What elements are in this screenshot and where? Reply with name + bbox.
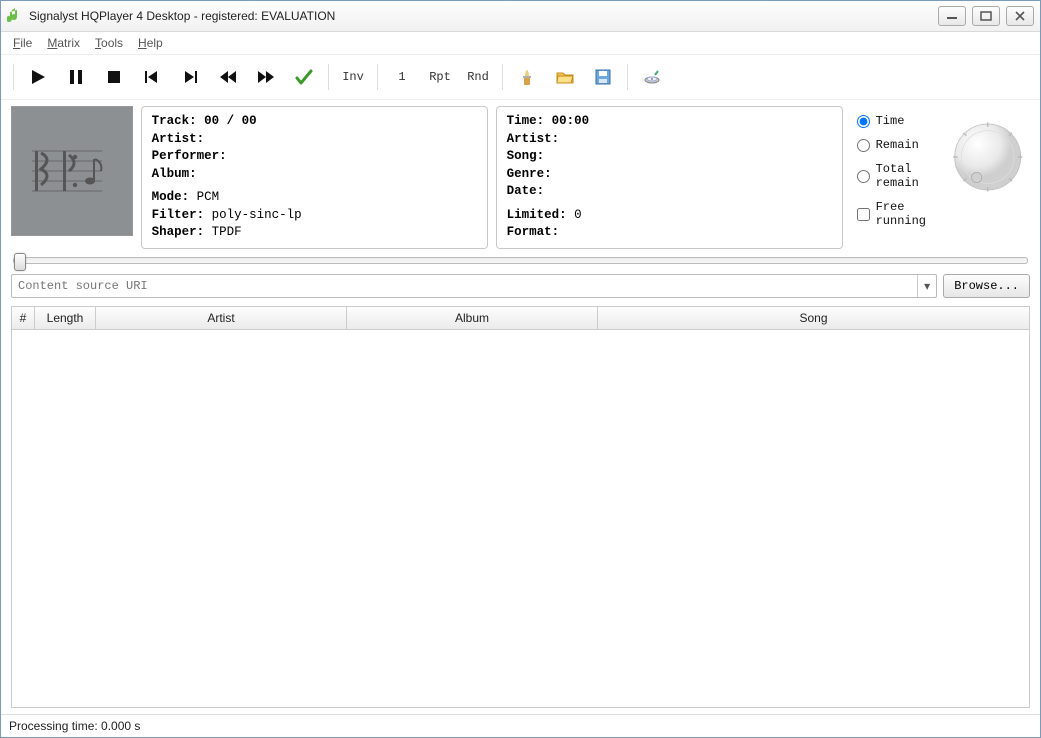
clear-button[interactable] — [509, 62, 545, 92]
seek-thumb[interactable] — [14, 253, 26, 271]
uri-input[interactable] — [12, 279, 917, 293]
mode-value: PCM — [197, 190, 220, 204]
check-button[interactable] — [286, 62, 322, 92]
close-button[interactable] — [1006, 6, 1034, 26]
radio-remain-input[interactable] — [857, 139, 870, 152]
toolbar-separator — [502, 64, 503, 90]
status-text: Processing time: 0.000 s — [9, 719, 140, 733]
repeat-button[interactable]: Rpt — [422, 62, 458, 92]
col-album[interactable]: Album — [347, 307, 598, 329]
menu-file[interactable]: File — [7, 34, 38, 52]
toolbar-separator — [627, 64, 628, 90]
menu-matrix[interactable]: Matrix — [41, 34, 86, 52]
checkbox-free-running[interactable]: Free running — [857, 200, 943, 228]
status-bar: Processing time: 0.000 s — [1, 714, 1040, 737]
limited-value: 0 — [574, 208, 582, 222]
one-button[interactable]: 1 — [384, 62, 420, 92]
toolbar-separator — [13, 64, 14, 90]
uri-dropdown-button[interactable]: ▾ — [917, 275, 936, 297]
right-panel: Time Remain Total remain Free running — [851, 106, 1030, 249]
track-header: Track: 00 / 00 — [152, 114, 257, 128]
time-header: Time: 00:00 — [507, 114, 590, 128]
save-button[interactable] — [585, 62, 621, 92]
maximize-button[interactable] — [972, 6, 1000, 26]
table-header: # Length Artist Album Song — [12, 307, 1029, 330]
mode-label: Mode: — [152, 190, 190, 204]
open-folder-button[interactable] — [547, 62, 583, 92]
limited-label: Limited: — [507, 208, 567, 222]
filter-label: Filter: — [152, 208, 205, 222]
pause-button[interactable] — [58, 62, 94, 92]
table-body[interactable] — [12, 330, 1029, 708]
time-artist-label: Artist: — [507, 132, 560, 146]
filter-value: poly-sinc-lp — [212, 208, 302, 222]
clef-icon — [27, 141, 117, 201]
song-label: Song: — [507, 149, 545, 163]
rewind-button[interactable] — [210, 62, 246, 92]
artist-label: Artist: — [152, 132, 205, 146]
window-buttons — [938, 6, 1034, 26]
time-mode-group: Time Remain Total remain Free running — [857, 112, 943, 228]
app-icon — [7, 8, 23, 24]
uri-row: ▾ Browse... — [1, 270, 1040, 302]
time-info-panel: Time: 00:00 Artist: Song: Genre: Date: L… — [496, 106, 843, 249]
format-label: Format: — [507, 225, 560, 239]
radio-total-remain-input[interactable] — [857, 170, 870, 183]
menu-help[interactable]: Help — [132, 34, 169, 52]
browse-button[interactable]: Browse... — [943, 274, 1030, 298]
toolbar-separator — [377, 64, 378, 90]
stop-button[interactable] — [96, 62, 132, 92]
album-label: Album: — [152, 167, 197, 181]
col-artist[interactable]: Artist — [96, 307, 347, 329]
radio-time[interactable]: Time — [857, 114, 943, 128]
performer-label: Performer: — [152, 149, 227, 163]
fast-forward-button[interactable] — [248, 62, 284, 92]
seek-slider-row — [1, 255, 1040, 270]
playlist-table: # Length Artist Album Song — [11, 306, 1030, 709]
toolbar-separator — [328, 64, 329, 90]
radio-total-remain[interactable]: Total remain — [857, 162, 943, 190]
menubar: File Matrix Tools Help — [1, 32, 1040, 55]
titlebar: Signalyst HQPlayer 4 Desktop - registere… — [1, 1, 1040, 32]
genre-label: Genre: — [507, 167, 552, 181]
random-button[interactable]: Rnd — [460, 62, 496, 92]
window-title: Signalyst HQPlayer 4 Desktop - registere… — [29, 9, 938, 23]
date-label: Date: — [507, 184, 545, 198]
col-song[interactable]: Song — [598, 307, 1029, 329]
radio-remain[interactable]: Remain — [857, 138, 943, 152]
seek-slider[interactable] — [13, 257, 1028, 264]
free-running-input[interactable] — [857, 208, 870, 221]
toolbar: Inv 1 Rpt Rnd — [1, 55, 1040, 100]
volume-knob[interactable] — [951, 112, 1024, 202]
cd-transport-button[interactable] — [634, 62, 670, 92]
uri-combobox[interactable]: ▾ — [11, 274, 937, 298]
shaper-value: TPDF — [212, 225, 242, 239]
radio-time-input[interactable] — [857, 115, 870, 128]
track-info-panel: Track: 00 / 00 Artist: Performer: Album:… — [141, 106, 488, 249]
album-art — [11, 106, 133, 236]
menu-tools[interactable]: Tools — [89, 34, 129, 52]
minimize-button[interactable] — [938, 6, 966, 26]
app-window: Signalyst HQPlayer 4 Desktop - registere… — [0, 0, 1041, 738]
invert-button[interactable]: Inv — [335, 62, 371, 92]
col-num[interactable]: # — [12, 307, 35, 329]
prev-track-button[interactable] — [134, 62, 170, 92]
col-length[interactable]: Length — [35, 307, 96, 329]
shaper-label: Shaper: — [152, 225, 205, 239]
play-button[interactable] — [20, 62, 56, 92]
next-track-button[interactable] — [172, 62, 208, 92]
info-row: Track: 00 / 00 Artist: Performer: Album:… — [1, 100, 1040, 255]
